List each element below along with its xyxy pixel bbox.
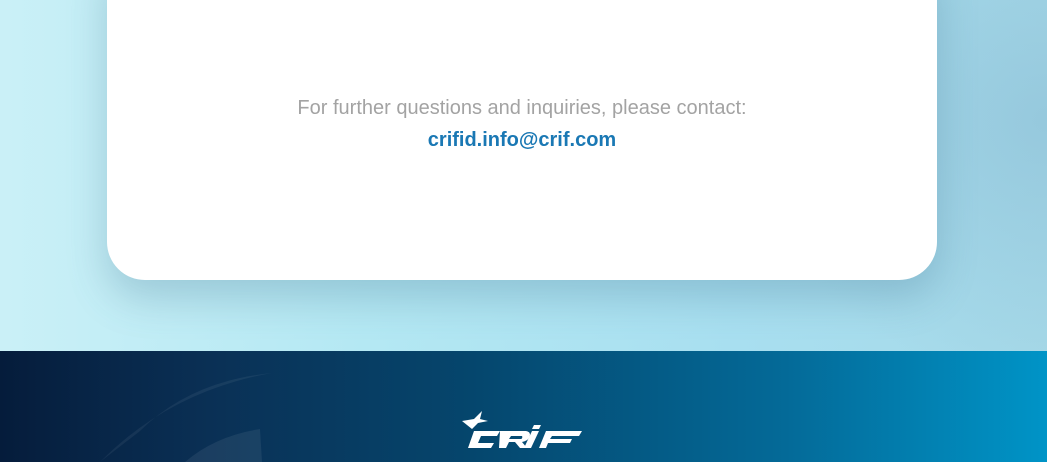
content-card: For further questions and inquiries, ple… (107, 0, 937, 280)
footer (0, 351, 1047, 462)
crif-logo[interactable] (460, 409, 584, 451)
contact-email-link[interactable]: crifid.info@crif.com (107, 128, 937, 152)
contact-prompt: For further questions and inquiries, ple… (297, 97, 747, 119)
